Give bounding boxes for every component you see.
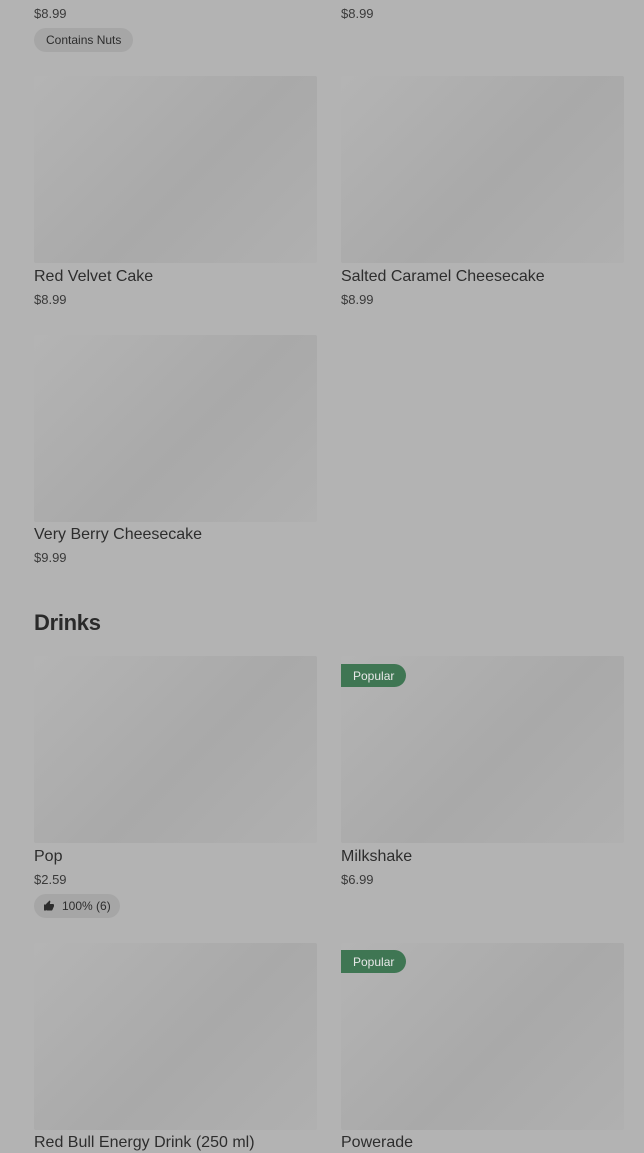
milkshake-price: $6.99 <box>341 872 374 887</box>
popular-badge: Popular <box>341 664 407 687</box>
section-title-drinks: Drinks <box>34 610 101 635</box>
red-velvet-cake-image[interactable] <box>34 76 317 263</box>
salted-caramel-cheesecake-name[interactable]: Salted Caramel Cheesecake <box>341 268 545 286</box>
red-bull-image[interactable] <box>34 943 317 1130</box>
salted-caramel-cheesecake-image[interactable] <box>341 76 624 263</box>
pop-name[interactable]: Pop <box>34 848 62 866</box>
very-berry-cheesecake-name[interactable]: Very Berry Cheesecake <box>34 526 202 544</box>
rating-label: 100% (6) <box>62 899 111 913</box>
red-velvet-cake-price: $8.99 <box>34 292 67 307</box>
pop-price: $2.59 <box>34 872 67 887</box>
red-velvet-cake-name[interactable]: Red Velvet Cake <box>34 268 153 286</box>
contains-nuts-tag: Contains Nuts <box>34 28 134 52</box>
popular-badge: Popular <box>341 950 407 973</box>
powerade-name[interactable]: Powerade <box>341 1134 413 1152</box>
thumbs-up-icon <box>44 900 54 911</box>
item-price: $8.99 <box>341 6 374 21</box>
red-bull-name[interactable]: Red Bull Energy Drink (250 ml) <box>34 1134 255 1152</box>
pop-image[interactable] <box>34 656 317 843</box>
very-berry-cheesecake-image[interactable] <box>34 335 317 522</box>
tag-label: Contains Nuts <box>46 33 122 47</box>
milkshake-name[interactable]: Milkshake <box>341 848 412 866</box>
item-price: $8.99 <box>34 6 67 21</box>
salted-caramel-cheesecake-price: $8.99 <box>341 292 374 307</box>
very-berry-cheesecake-price: $9.99 <box>34 550 67 565</box>
rating-badge: 100% (6) <box>34 894 120 918</box>
